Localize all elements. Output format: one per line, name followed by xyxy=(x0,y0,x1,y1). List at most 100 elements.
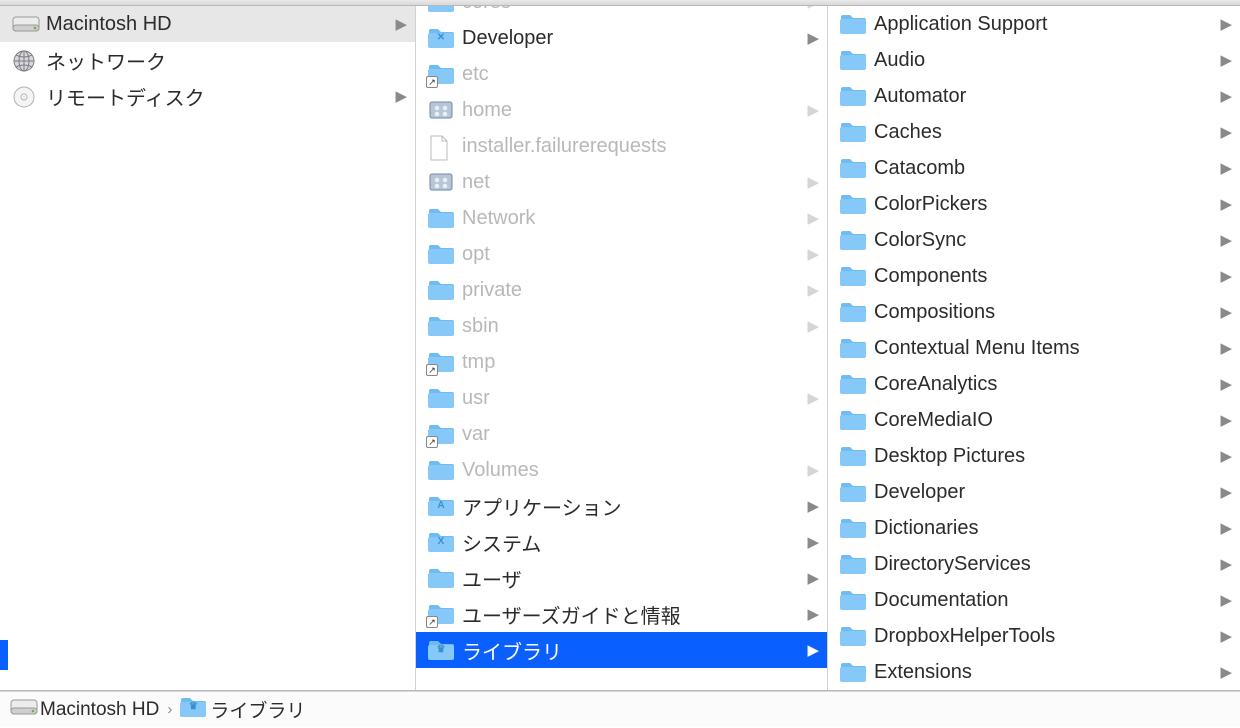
library-item[interactable]: CoreAnalytics▶ xyxy=(828,366,1240,402)
library-item[interactable]: Application Support▶ xyxy=(828,6,1240,42)
item-label: etc xyxy=(456,63,805,86)
folder-icon xyxy=(840,229,866,251)
chevron-right-icon: ▶ xyxy=(1218,411,1232,429)
folder-icon xyxy=(428,459,454,481)
folder-icon xyxy=(180,696,206,718)
library-item[interactable]: Desktop Pictures▶ xyxy=(828,438,1240,474)
root-item[interactable]: ユーザ▶ xyxy=(416,560,827,596)
item-label: ColorPickers xyxy=(868,193,1218,216)
folder-icon xyxy=(428,639,454,661)
chevron-right-icon: ▶ xyxy=(805,317,819,335)
chevron-right-icon: ▶ xyxy=(805,281,819,299)
item-label: リモートディスク xyxy=(40,82,393,111)
item-label: Developer xyxy=(868,481,1218,504)
chevron-right-icon: ▶ xyxy=(805,101,819,119)
root-item[interactable]: private▶ xyxy=(416,272,827,308)
path-item[interactable]: ♛ライブラリ xyxy=(180,696,305,724)
device-item[interactable]: Macintosh HD▶ xyxy=(0,6,415,42)
chevron-right-icon: ▶ xyxy=(1218,447,1232,465)
library-item[interactable]: Audio▶ xyxy=(828,42,1240,78)
chevron-right-icon: ▶ xyxy=(805,533,819,551)
column-library: Application Support▶Audio▶Automator▶Cach… xyxy=(828,6,1240,690)
chevron-right-icon: ▶ xyxy=(805,605,819,623)
folder-icon xyxy=(428,567,454,589)
item-label: Caches xyxy=(868,121,1218,144)
chevron-right-icon: ▶ xyxy=(805,173,819,191)
item-label: net xyxy=(456,171,805,194)
root-item[interactable]: ♛ライブラリ▶ xyxy=(416,632,827,668)
root-item[interactable]: ✕Developer▶ xyxy=(416,20,827,56)
library-item[interactable]: DropboxHelperTools▶ xyxy=(828,618,1240,654)
library-item[interactable]: Contextual Menu Items▶ xyxy=(828,330,1240,366)
chevron-right-icon: ▶ xyxy=(1218,339,1232,357)
folder-icon xyxy=(428,27,454,49)
device-item[interactable]: ネットワーク xyxy=(0,42,415,78)
alias-badge-icon: ↗ xyxy=(426,364,438,376)
root-item[interactable]: ↗tmp xyxy=(416,344,827,380)
library-item[interactable]: Caches▶ xyxy=(828,114,1240,150)
item-label: DirectoryServices xyxy=(868,553,1218,576)
chevron-right-icon: ▶ xyxy=(805,6,819,11)
root-item[interactable]: opt▶ xyxy=(416,236,827,272)
root-item[interactable]: installer.failurerequests xyxy=(416,128,827,164)
library-item[interactable]: Developer▶ xyxy=(828,474,1240,510)
chevron-right-icon: ▶ xyxy=(1218,195,1232,213)
path-bar: Macintosh HD›♛ライブラリ xyxy=(0,691,1240,727)
folder-icon xyxy=(840,337,866,359)
chevron-right-icon: ▶ xyxy=(805,245,819,263)
chevron-right-icon: ▶ xyxy=(1218,159,1232,177)
root-item[interactable]: cores▶ xyxy=(416,6,827,20)
root-item[interactable]: sbin▶ xyxy=(416,308,827,344)
item-label: アプリケーション xyxy=(456,492,805,521)
library-item[interactable]: Compositions▶ xyxy=(828,294,1240,330)
library-item[interactable]: Automator▶ xyxy=(828,78,1240,114)
alias-badge-icon: ↗ xyxy=(426,76,438,88)
root-item[interactable]: ↗ etc xyxy=(416,56,827,92)
selection-edge-hint xyxy=(0,640,8,670)
item-label: usr xyxy=(456,387,805,410)
library-item[interactable]: Catacomb▶ xyxy=(828,150,1240,186)
device-item[interactable]: リモートディスク▶ xyxy=(0,78,415,114)
item-label: Application Support xyxy=(868,13,1218,36)
root-item[interactable]: ↗ユーザーズガイドと情報▶ xyxy=(416,596,827,632)
item-label: Dictionaries xyxy=(868,517,1218,540)
library-item[interactable]: Documentation▶ xyxy=(828,582,1240,618)
item-label: sbin xyxy=(456,315,805,338)
item-label: Audio xyxy=(868,49,1218,72)
root-item[interactable]: Xシステム▶ xyxy=(416,524,827,560)
finder-column-view: Macintosh HD▶ネットワークリモートディスク▶ cores▶✕Deve… xyxy=(0,6,1240,691)
folder-icon xyxy=(840,301,866,323)
root-item[interactable]: home▶ xyxy=(416,92,827,128)
root-item[interactable]: Network▶ xyxy=(416,200,827,236)
item-label: DropboxHelperTools xyxy=(868,625,1218,648)
hard-disk-icon xyxy=(12,13,40,35)
chevron-right-icon: ▶ xyxy=(1218,123,1232,141)
item-label: Components xyxy=(868,265,1218,288)
library-item[interactable]: CoreMediaIO▶ xyxy=(828,402,1240,438)
library-item[interactable]: ColorSync▶ xyxy=(828,222,1240,258)
library-item[interactable]: ColorPickers▶ xyxy=(828,186,1240,222)
chevron-right-icon: ▶ xyxy=(1218,303,1232,321)
folder-icon xyxy=(840,517,866,539)
root-item[interactable]: usr▶ xyxy=(416,380,827,416)
folder-icon xyxy=(840,13,866,35)
chevron-right-icon: ▶ xyxy=(1218,627,1232,645)
folder-icon xyxy=(840,193,866,215)
item-label: ユーザ xyxy=(456,564,805,593)
folder-icon xyxy=(428,279,454,301)
library-item[interactable]: Dictionaries▶ xyxy=(828,510,1240,546)
path-item[interactable]: Macintosh HD xyxy=(10,696,159,724)
folder-icon xyxy=(840,409,866,431)
chevron-right-icon: ▶ xyxy=(1218,87,1232,105)
folder-icon xyxy=(840,445,866,467)
folder-icon xyxy=(428,243,454,265)
root-item[interactable]: net▶ xyxy=(416,164,827,200)
document-icon xyxy=(428,135,450,161)
root-item[interactable]: Volumes▶ xyxy=(416,452,827,488)
library-item[interactable]: DirectoryServices▶ xyxy=(828,546,1240,582)
library-item[interactable]: Extensions▶ xyxy=(828,654,1240,690)
root-item[interactable]: ↗var xyxy=(416,416,827,452)
item-label: ユーザーズガイドと情報 xyxy=(456,600,805,629)
library-item[interactable]: Components▶ xyxy=(828,258,1240,294)
root-item[interactable]: Aアプリケーション▶ xyxy=(416,488,827,524)
